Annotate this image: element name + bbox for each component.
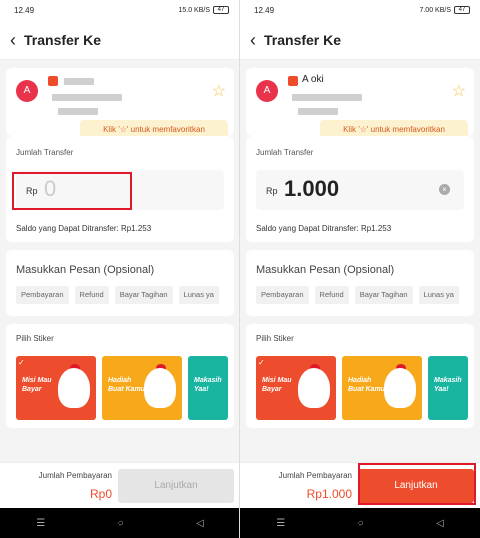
wallet-icon bbox=[288, 76, 298, 86]
message-card: Masukkan Pesan (Opsional) Pembayaran Ref… bbox=[246, 250, 474, 316]
sticker-misi[interactable]: ✓ Misi Mau Bayar bbox=[16, 356, 96, 420]
payment-bar: Jumlah Pembayaran Rp0 Lanjutkan bbox=[0, 462, 239, 508]
screen-before: 12.49 15.0 KB/S 47 ‹ Transfer Ke A ☆ Kli… bbox=[0, 0, 240, 538]
redacted-phone bbox=[52, 94, 122, 101]
message-card: Masukkan Pesan (Opsional) Pembayaran Ref… bbox=[6, 250, 234, 316]
home-icon[interactable]: ○ bbox=[358, 518, 364, 529]
status-time: 12.49 bbox=[14, 5, 35, 15]
redacted-name bbox=[64, 78, 94, 85]
page-title: Transfer Ke bbox=[264, 31, 342, 48]
payment-bar: Jumlah Pembayaran Rp1.000 Lanjutkan bbox=[240, 462, 480, 508]
redacted-id bbox=[298, 108, 338, 115]
battery-icon: 47 bbox=[454, 6, 470, 14]
total-value: Rp0 bbox=[89, 487, 112, 501]
chicken-icon bbox=[384, 368, 416, 408]
total-label: Jumlah Pembayaran bbox=[38, 471, 112, 480]
chip-lunas[interactable]: Lunas ya bbox=[178, 286, 219, 304]
back-icon[interactable]: ‹ bbox=[10, 31, 16, 49]
amount-label: Jumlah Transfer bbox=[16, 148, 74, 157]
chip-lunas[interactable]: Lunas ya bbox=[418, 286, 459, 304]
signal-speed: 7.00 KB/S bbox=[419, 6, 451, 14]
chicken-icon bbox=[58, 368, 90, 408]
status-bar: 12.49 7.00 KB/S 47 bbox=[240, 0, 480, 20]
total-value: Rp1.000 bbox=[306, 487, 352, 501]
back-nav-icon[interactable]: ◁ bbox=[436, 518, 444, 529]
chip-refund[interactable]: Refund bbox=[74, 286, 109, 304]
wallet-icon bbox=[48, 76, 58, 86]
sticker-hadiah[interactable]: Hadiah Buat Kamu bbox=[342, 356, 422, 420]
sticker-makasih[interactable]: Makasih Yaa! bbox=[188, 356, 228, 420]
status-time: 12.49 bbox=[254, 5, 275, 15]
status-bar: 12.49 15.0 KB/S 47 bbox=[0, 0, 239, 20]
back-nav-icon[interactable]: ◁ bbox=[196, 518, 204, 529]
chip-bayar-tagihan[interactable]: Bayar Tagihan bbox=[354, 286, 413, 304]
chicken-icon bbox=[298, 368, 330, 408]
continue-button[interactable]: Lanjutkan bbox=[358, 469, 474, 503]
home-icon[interactable]: ○ bbox=[118, 518, 124, 529]
continue-button[interactable]: Lanjutkan bbox=[118, 469, 234, 503]
currency-label: Rp bbox=[266, 186, 278, 196]
back-icon[interactable]: ‹ bbox=[250, 31, 256, 49]
amount-card: Jumlah Transfer Rp 1.000 × Saldo yang Da… bbox=[246, 136, 474, 242]
signal-speed: 15.0 KB/S bbox=[178, 6, 210, 14]
page-title: Transfer Ke bbox=[24, 31, 102, 48]
sticker-misi[interactable]: ✓ Misi Mau Bayar bbox=[256, 356, 336, 420]
amount-value: 1.000 bbox=[284, 176, 340, 201]
saldo-text: Saldo yang Dapat Ditransfer: Rp1.253 bbox=[16, 224, 152, 233]
chip-pembayaran[interactable]: Pembayaran bbox=[256, 286, 309, 304]
battery-icon: 47 bbox=[213, 6, 229, 14]
redacted-phone bbox=[292, 94, 362, 101]
amount-label: Jumlah Transfer bbox=[256, 148, 314, 157]
sticker-title: Pilih Stiker bbox=[16, 334, 54, 343]
amount-input[interactable]: Rp 1.000 × bbox=[256, 170, 464, 210]
app-header: ‹ Transfer Ke bbox=[0, 20, 239, 60]
menu-icon[interactable]: ☰ bbox=[36, 518, 45, 529]
message-input[interactable]: Masukkan Pesan (Opsional) bbox=[16, 264, 154, 276]
screen-after: 12.49 7.00 KB/S 47 ‹ Transfer Ke A A oki… bbox=[240, 0, 480, 538]
chicken-icon bbox=[144, 368, 176, 408]
redacted-id bbox=[58, 108, 98, 115]
clear-icon[interactable]: × bbox=[439, 184, 450, 195]
chip-pembayaran[interactable]: Pembayaran bbox=[16, 286, 69, 304]
saldo-text: Saldo yang Dapat Ditransfer: Rp1.253 bbox=[256, 224, 392, 233]
sticker-card: Pilih Stiker ✓ Misi Mau Bayar Hadiah Bua… bbox=[6, 324, 234, 428]
avatar: A bbox=[256, 80, 278, 102]
check-icon: ✓ bbox=[258, 358, 265, 367]
check-icon: ✓ bbox=[18, 358, 25, 367]
sticker-card: Pilih Stiker ✓ Misi Mau Bayar Hadiah Bua… bbox=[246, 324, 474, 428]
sticker-title: Pilih Stiker bbox=[256, 334, 294, 343]
sticker-hadiah[interactable]: Hadiah Buat Kamu bbox=[102, 356, 182, 420]
sticker-makasih[interactable]: Makasih Yaa! bbox=[428, 356, 468, 420]
star-icon[interactable]: ☆ bbox=[452, 84, 466, 100]
app-header: ‹ Transfer Ke bbox=[240, 20, 480, 60]
nav-bar: ☰ ○ ◁ bbox=[0, 508, 239, 538]
star-icon[interactable]: ☆ bbox=[212, 84, 226, 100]
total-label: Jumlah Pembayaran bbox=[278, 471, 352, 480]
nav-bar: ☰ ○ ◁ bbox=[240, 508, 480, 538]
recipient-name: A oki bbox=[302, 74, 324, 85]
avatar: A bbox=[16, 80, 38, 102]
chip-bayar-tagihan[interactable]: Bayar Tagihan bbox=[114, 286, 173, 304]
chip-refund[interactable]: Refund bbox=[314, 286, 349, 304]
menu-icon[interactable]: ☰ bbox=[276, 518, 285, 529]
highlight-box bbox=[12, 172, 132, 210]
message-input[interactable]: Masukkan Pesan (Opsional) bbox=[256, 264, 394, 276]
